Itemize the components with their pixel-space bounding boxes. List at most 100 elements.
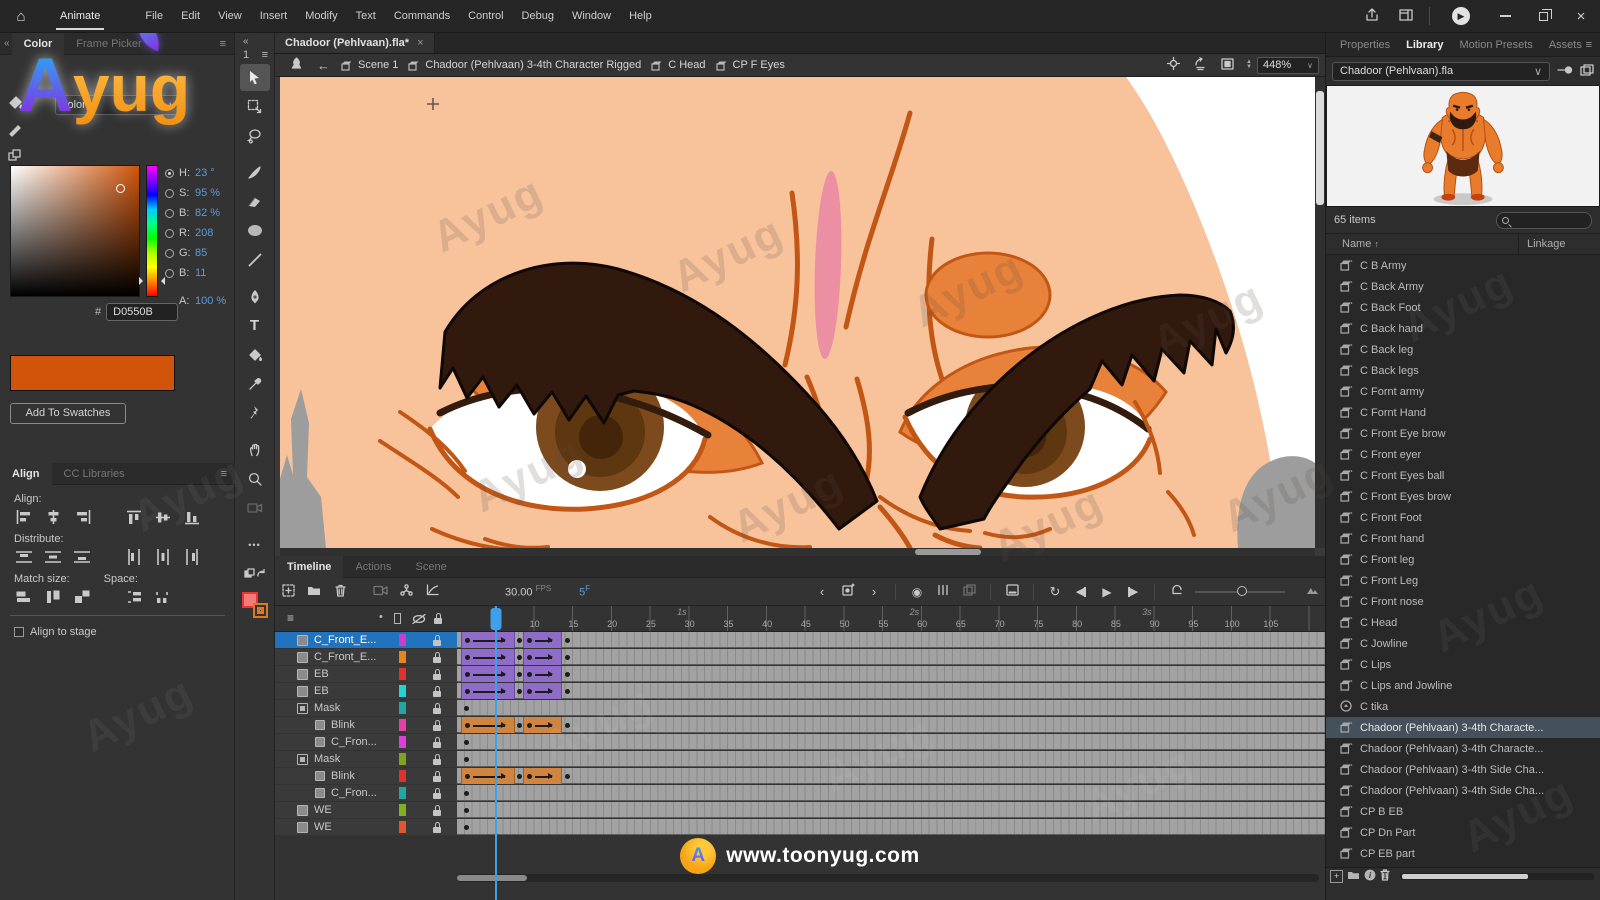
layer-color-chip[interactable] xyxy=(399,702,406,714)
scrollbar-thumb[interactable] xyxy=(457,875,527,881)
add-to-swatches-button[interactable]: Add To Swatches xyxy=(10,403,126,424)
alpha-value-field[interactable]: 100 % xyxy=(195,295,226,307)
scrollbar-thumb[interactable] xyxy=(1402,874,1528,879)
panel-menu-icon[interactable]: ≡ xyxy=(221,468,227,480)
layer-name-cell[interactable]: Blink xyxy=(275,768,457,784)
frames-track[interactable] xyxy=(457,819,1325,835)
layer-name-cell[interactable]: EB xyxy=(275,683,457,699)
layer-name-cell[interactable]: C_Front_E... xyxy=(275,649,457,665)
library-item-row[interactable]: C Back hand xyxy=(1326,318,1600,339)
library-item-row[interactable]: C Front Eyes ball xyxy=(1326,465,1600,486)
library-item-row[interactable]: C Lips xyxy=(1326,654,1600,675)
lock-icon[interactable] xyxy=(432,635,442,646)
layer-name-cell[interactable]: Mask xyxy=(275,700,457,716)
layer-name-cell[interactable]: C_Fron... xyxy=(275,734,457,750)
layer-name-cell[interactable]: Mask xyxy=(275,751,457,767)
panel-tab[interactable]: Properties xyxy=(1332,39,1398,51)
match-both-icon[interactable] xyxy=(72,589,92,605)
frames-track[interactable] xyxy=(457,768,1325,784)
zoom-tool[interactable] xyxy=(240,465,270,492)
timeline-layer-row[interactable]: C_Front_E... xyxy=(275,632,1325,648)
library-search-input[interactable] xyxy=(1496,212,1592,229)
toolbar-collapse-icon[interactable]: « xyxy=(243,36,249,47)
fill-color-swatch[interactable] xyxy=(253,603,268,618)
properties-info-button[interactable]: i xyxy=(1364,869,1376,884)
layer-name-cell[interactable]: WE xyxy=(275,819,457,835)
lock-icon[interactable] xyxy=(432,822,442,833)
close-tab-icon[interactable]: × xyxy=(417,37,423,49)
onion-skin-button[interactable]: ◉ xyxy=(904,585,930,599)
canvas-vertical-scrollbar[interactable] xyxy=(1315,77,1325,548)
align-bottom-icon[interactable] xyxy=(182,509,202,525)
toolbar-menu-icon[interactable]: ≡ xyxy=(262,49,268,61)
layer-name-cell[interactable]: WE xyxy=(275,802,457,818)
insert-keyframe-button[interactable] xyxy=(835,584,861,600)
radio-button[interactable] xyxy=(165,169,174,178)
lock-icon[interactable] xyxy=(432,703,442,714)
lock-icon[interactable] xyxy=(432,771,442,782)
layer-name-cell[interactable]: C_Front_E... xyxy=(275,632,457,648)
scrollbar-thumb[interactable] xyxy=(1316,91,1324,205)
edit-multiple-frames-button[interactable] xyxy=(956,584,982,599)
timeline-layer-row[interactable]: EB xyxy=(275,666,1325,682)
library-item-row[interactable]: C Back Foot xyxy=(1326,297,1600,318)
library-item-row[interactable]: C B Army xyxy=(1326,255,1600,276)
line-tool[interactable] xyxy=(240,246,270,273)
selection-tool[interactable] xyxy=(240,64,270,91)
layer-color-chip[interactable] xyxy=(399,736,406,748)
tab-scene[interactable]: Scene xyxy=(404,556,459,578)
scrollbar-thumb[interactable] xyxy=(915,549,981,555)
layer-color-chip[interactable] xyxy=(399,668,406,680)
frame-rate[interactable]: 30.00 FPS xyxy=(505,584,551,599)
share-icon[interactable] xyxy=(1355,8,1389,25)
layer-name-cell[interactable]: EB xyxy=(275,666,457,682)
library-item-row[interactable]: Chadoor (Pehlvaan) 3-4th Characte... xyxy=(1326,717,1600,738)
library-item-row[interactable]: C Fornt army xyxy=(1326,381,1600,402)
library-item-row[interactable]: C Back leg xyxy=(1326,339,1600,360)
layer-color-chip[interactable] xyxy=(399,719,406,731)
breadcrumb-item[interactable]: CP F Eyes xyxy=(716,59,785,71)
distribute-center-v-icon[interactable] xyxy=(43,549,63,565)
highlight-column-icon[interactable]: • xyxy=(379,611,383,623)
hex-color-input[interactable]: D0550B xyxy=(106,303,178,321)
panel-tab[interactable]: Motion Presets xyxy=(1451,39,1540,51)
breadcrumb-item[interactable]: C Head xyxy=(651,59,705,71)
lasso-tool[interactable] xyxy=(240,122,270,149)
library-item-row[interactable]: C Front Eyes brow xyxy=(1326,486,1600,507)
library-item-row[interactable]: C Back legs xyxy=(1326,360,1600,381)
lock-icon[interactable] xyxy=(432,686,442,697)
distribute-right-icon[interactable] xyxy=(182,549,202,565)
tab-actions[interactable]: Actions xyxy=(343,556,403,578)
test-movie-button[interactable]: ▶ xyxy=(1452,7,1470,25)
radio-button[interactable] xyxy=(165,209,174,218)
swap-colors-icon[interactable] xyxy=(8,149,24,164)
layer-color-chip[interactable] xyxy=(399,821,406,833)
timeline-layer-row[interactable]: C_Fron... xyxy=(275,734,1325,750)
free-transform-tool[interactable] xyxy=(240,93,270,120)
frames-track[interactable] xyxy=(457,734,1325,750)
camera-tool[interactable] xyxy=(240,494,270,521)
library-item-row[interactable]: C Front eyer xyxy=(1326,444,1600,465)
eraser-tool[interactable] xyxy=(240,188,270,215)
library-item-row[interactable]: CP EB part xyxy=(1326,843,1600,864)
timeline-layer-row[interactable]: Mask xyxy=(275,700,1325,716)
next-keyframe-button[interactable]: › xyxy=(861,584,887,599)
align-top-icon[interactable] xyxy=(124,509,144,525)
lock-icon[interactable] xyxy=(432,669,442,680)
timeline-layer-row[interactable]: Blink xyxy=(275,768,1325,784)
color-value-field[interactable]: 23 ° xyxy=(195,167,215,179)
library-item-row[interactable]: C Head xyxy=(1326,612,1600,633)
library-item-row[interactable]: C Front hand xyxy=(1326,528,1600,549)
play-button[interactable]: ▶ xyxy=(1094,585,1120,599)
frames-track[interactable] xyxy=(457,632,1325,648)
create-classic-tween-button[interactable] xyxy=(999,584,1025,599)
radio-button[interactable] xyxy=(165,269,174,278)
lock-icon[interactable] xyxy=(432,805,442,816)
library-item-row[interactable]: C Front leg xyxy=(1326,549,1600,570)
zoom-stepper[interactable]: ▲▼ xyxy=(1246,60,1252,70)
text-tool[interactable]: T xyxy=(240,312,270,339)
delete-layer-button[interactable] xyxy=(327,584,353,600)
slider-knob[interactable] xyxy=(1237,586,1247,596)
color-value-field[interactable]: 82 % xyxy=(195,207,220,219)
tab-color[interactable]: Color xyxy=(12,33,65,55)
